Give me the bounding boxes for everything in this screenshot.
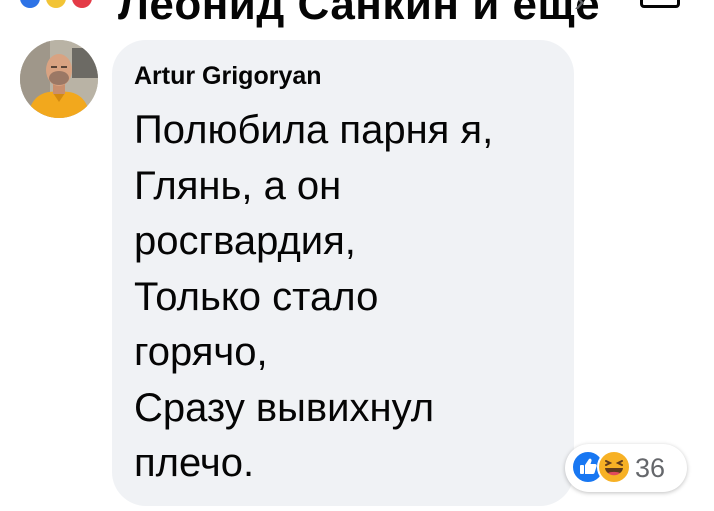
comment-line: Только стало — [134, 274, 379, 319]
conversation-header: Леонид Санкин и еще › — [0, 0, 714, 29]
haha-dot-icon — [46, 0, 66, 8]
love-dot-icon — [72, 0, 92, 8]
avatar[interactable] — [20, 40, 98, 118]
comment-line: Глянь, а он — [134, 163, 342, 208]
comment-author[interactable]: Artur Grigoryan — [134, 62, 322, 91]
chevron-right-icon[interactable]: › — [574, 0, 585, 19]
header-reaction-icons — [20, 0, 92, 8]
comment-line: росгвардия, — [134, 219, 356, 263]
haha-icon — [597, 450, 631, 489]
comment-line: Сразу вывихнул — [134, 385, 435, 430]
message-icon[interactable] — [640, 0, 680, 8]
header-title[interactable]: Леонид Санкин и еще — [118, 0, 600, 30]
reactions-summary[interactable]: 36 — [565, 444, 687, 492]
like-dot-icon — [20, 0, 40, 8]
comment-line: плечо. — [134, 441, 255, 485]
comment-line: Полюбила парня я, — [134, 108, 494, 152]
comment-text: Полюбила парня я, Глянь, а он росгвардия… — [134, 103, 564, 492]
reaction-count: 36 — [635, 453, 666, 483]
comment-line: горячо, — [134, 330, 268, 374]
avatar-photo — [20, 40, 98, 118]
